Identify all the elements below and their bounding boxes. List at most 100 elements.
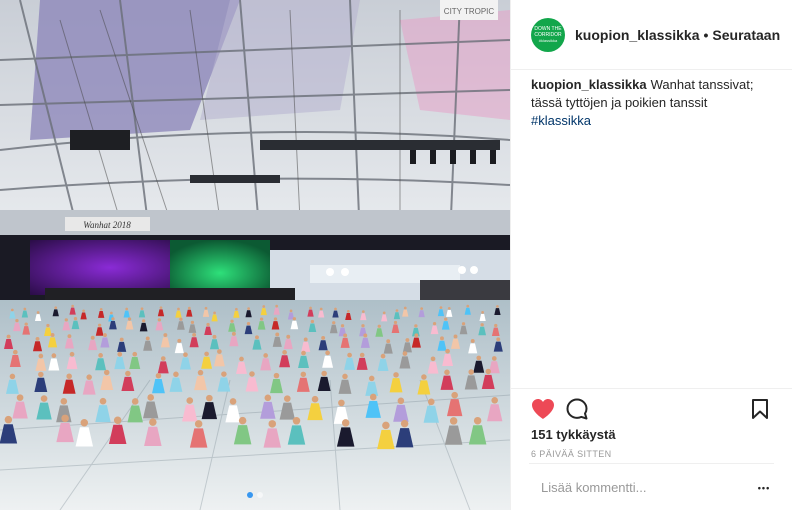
- dancer-head: [119, 337, 124, 342]
- dancer-head: [155, 372, 162, 379]
- dancer-head: [346, 310, 350, 313]
- dancer-head: [255, 335, 259, 340]
- dancer-head: [380, 353, 386, 359]
- dancer-head: [447, 306, 451, 310]
- dancer-head: [23, 307, 27, 311]
- dancer-head: [221, 371, 227, 377]
- post-caption: kuopion_klassikka Wanhat tanssivat; tässä…: [531, 76, 779, 130]
- dancer-head: [140, 307, 144, 311]
- dancer-head: [235, 307, 238, 311]
- dancer-head: [325, 350, 330, 356]
- dancer-head: [363, 333, 368, 338]
- dancer-head: [80, 418, 89, 427]
- carousel-dot-active[interactable]: [247, 492, 253, 498]
- dancer-head: [439, 306, 443, 309]
- dancer-head: [310, 319, 315, 324]
- dancer-head: [440, 336, 444, 341]
- dancer-head: [303, 337, 308, 342]
- dancer-head: [397, 397, 405, 405]
- dancer-head: [414, 324, 418, 328]
- following-button[interactable]: Seurataan: [712, 27, 780, 43]
- post-timestamp[interactable]: 6 PÄIVÄÄ SITTEN: [511, 449, 792, 459]
- dancer-head: [286, 334, 291, 339]
- dancer-head: [204, 351, 209, 357]
- dancer-head: [246, 321, 251, 326]
- dancer-head: [15, 318, 19, 323]
- dancer-head: [4, 415, 13, 424]
- separator-dot: •: [703, 26, 709, 43]
- dancer-head: [275, 332, 280, 337]
- dancer-head: [231, 331, 236, 336]
- dancer-head: [24, 322, 28, 326]
- dancer-head: [190, 320, 195, 325]
- dancer-head: [377, 324, 381, 328]
- more-options-button[interactable]: •••: [754, 478, 774, 498]
- dancer-head: [292, 417, 301, 425]
- username-link[interactable]: kuopion_klassikka: [575, 27, 700, 43]
- dancer-head: [264, 394, 272, 402]
- dancer-head: [430, 356, 436, 362]
- dancer-head: [451, 391, 458, 399]
- dancer-head: [238, 416, 247, 425]
- dancer-head: [309, 306, 312, 310]
- dancer-head: [230, 319, 234, 323]
- dancer-head: [461, 322, 466, 326]
- dancer-head: [273, 317, 278, 321]
- dancer-head: [194, 420, 203, 428]
- dancer-head: [54, 306, 58, 310]
- dancer-head: [99, 307, 103, 311]
- dancer-head: [90, 335, 95, 340]
- save-button[interactable]: [746, 395, 774, 423]
- dancer-head: [9, 373, 16, 380]
- dancer-head: [163, 333, 168, 338]
- dancer-head: [400, 419, 409, 428]
- dancer-head: [427, 398, 435, 406]
- dancer-head: [476, 355, 482, 361]
- like-count[interactable]: 151 tykkäystä: [511, 427, 792, 442]
- post-header: DOWN THE CORRIDOR #klassikka kuopion_kla…: [511, 0, 792, 70]
- dancer-head: [16, 394, 24, 401]
- dancer-head: [369, 393, 377, 401]
- dancer-head: [449, 417, 458, 425]
- avatar[interactable]: DOWN THE CORRIDOR #klassikka: [531, 17, 565, 52]
- comment-input[interactable]: [529, 480, 754, 495]
- comment-bar: •••: [529, 463, 774, 511]
- bookmark-icon: [752, 399, 768, 419]
- avatar-text-line3: #klassikka: [538, 37, 558, 43]
- dancer-head: [393, 320, 398, 325]
- dancer-head: [113, 416, 122, 424]
- dancer-head: [132, 351, 138, 357]
- dancer-head: [445, 348, 450, 354]
- dancer-head: [73, 317, 78, 321]
- dancer-head: [111, 317, 115, 321]
- photo-sign: CITY TROPIC: [444, 7, 495, 16]
- dancer-head: [249, 371, 255, 377]
- dancer-head: [173, 371, 179, 378]
- dancer-head: [403, 306, 407, 310]
- dancer-head: [99, 397, 107, 405]
- dancer-head: [159, 306, 163, 310]
- comment-button[interactable]: [563, 395, 591, 423]
- post-photo[interactable]: CITY TROPIC Wanhat 2018: [0, 0, 510, 510]
- dancer-head: [67, 334, 72, 339]
- dancer-head: [179, 317, 183, 321]
- dancer-head: [183, 352, 188, 358]
- caption-hashtag[interactable]: #klassikka: [531, 112, 779, 130]
- dancer-head: [38, 353, 44, 359]
- dancer-head: [273, 372, 280, 379]
- dancer-head: [300, 371, 307, 378]
- dancer-head: [468, 369, 474, 375]
- dancer-head: [61, 414, 69, 423]
- dancer-head: [382, 421, 390, 430]
- dancer-head: [466, 304, 470, 308]
- dancer-head: [102, 333, 107, 338]
- dancer-head: [368, 375, 375, 382]
- dancer-head: [86, 374, 92, 380]
- carousel-dot[interactable]: [257, 492, 263, 498]
- dancer-head: [361, 324, 365, 328]
- caption-username[interactable]: kuopion_klassikka: [531, 77, 647, 92]
- dancer-head: [340, 324, 345, 328]
- dancer-head: [444, 369, 450, 376]
- dancer-head: [206, 322, 210, 327]
- like-button[interactable]: [529, 395, 557, 423]
